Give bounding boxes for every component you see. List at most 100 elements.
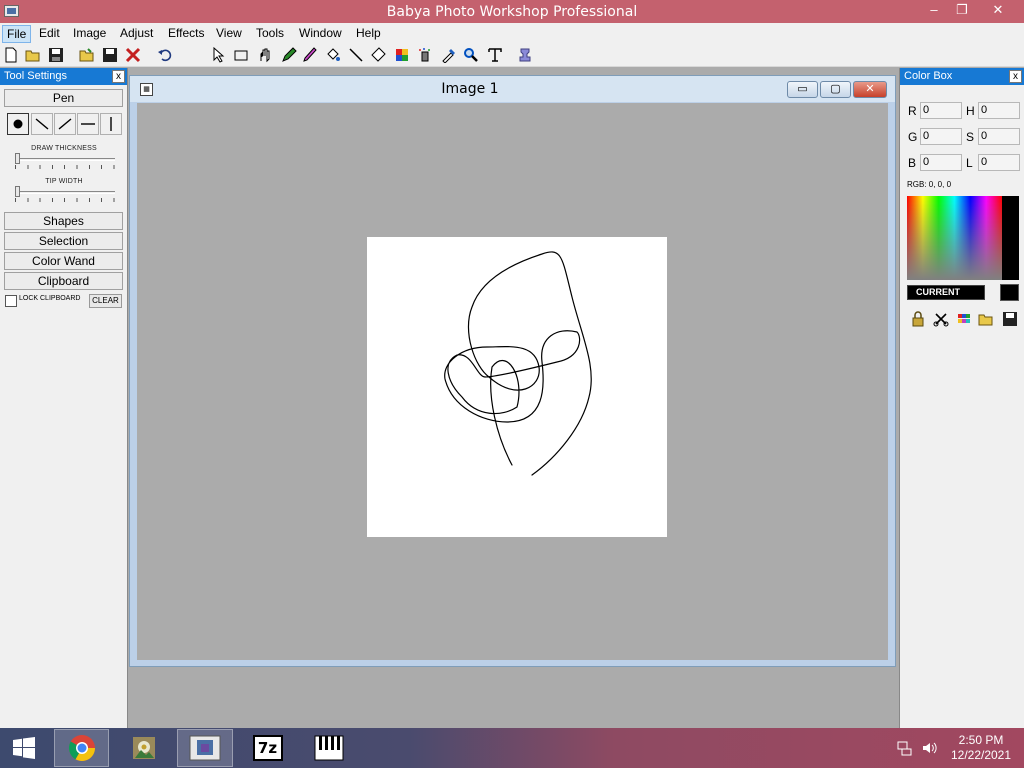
tip-slash-button[interactable]	[54, 113, 76, 135]
current-color-swatch[interactable]	[1000, 284, 1019, 301]
open-folder-icon[interactable]	[978, 311, 994, 327]
piano-icon[interactable]	[301, 729, 356, 767]
color-picker-icon[interactable]	[393, 46, 411, 64]
tool-settings-header: Tool Settings x	[0, 68, 127, 85]
clipboard-button[interactable]: Clipboard	[4, 272, 123, 290]
draw-thickness-slider[interactable]	[15, 153, 115, 169]
open-icon[interactable]	[78, 46, 96, 64]
color-box-panel: Color Box x R 0 H 0 G 0 S 0 B 0 L 0 RGB:…	[899, 68, 1024, 728]
canvas-area	[137, 103, 888, 660]
blue-input[interactable]: 0	[920, 154, 962, 171]
color-box-close-button[interactable]: x	[1009, 70, 1022, 83]
close-button[interactable]: ✕	[982, 0, 1014, 22]
text-icon[interactable]	[486, 46, 504, 64]
lightness-input[interactable]: 0	[978, 154, 1020, 171]
7zip-icon[interactable]: 7z	[240, 729, 295, 767]
draw-thickness-thumb[interactable]	[15, 153, 20, 164]
menu-bar: File Edit Image Adjust Effects View Tool…	[0, 23, 1024, 43]
chrome-icon[interactable]	[54, 729, 109, 767]
red-input[interactable]: 0	[920, 102, 962, 119]
new-file-icon[interactable]	[2, 46, 20, 64]
eyedropper-icon[interactable]	[440, 46, 458, 64]
draw-thickness-label: DRAW THICKNESS	[31, 145, 97, 152]
system-clock[interactable]: 2:50 PM 12/22/2021	[946, 733, 1016, 763]
menu-help[interactable]: Help	[352, 25, 385, 43]
document-title-bar: ▦ Image 1 ▭ ▢ ✕	[130, 76, 895, 102]
tip-horizontal-button[interactable]	[77, 113, 99, 135]
babya-icon[interactable]	[177, 729, 233, 767]
tip-vertical-button[interactable]	[100, 113, 122, 135]
magnifier-icon[interactable]	[462, 46, 480, 64]
menu-edit[interactable]: Edit	[35, 25, 64, 43]
stamp-icon[interactable]	[516, 46, 534, 64]
spray-icon[interactable]	[416, 46, 434, 64]
drawing-canvas[interactable]	[367, 237, 667, 537]
eraser-icon[interactable]	[370, 46, 388, 64]
current-tool-button[interactable]: Pen	[4, 89, 123, 107]
hue-input[interactable]: 0	[978, 102, 1020, 119]
palette-icon[interactable]	[956, 311, 972, 327]
saturation-label: S	[966, 130, 975, 144]
saturation-input[interactable]: 0	[978, 128, 1020, 145]
rgb-readout: RGB: 0, 0, 0	[907, 180, 952, 189]
pen-scribble	[444, 251, 592, 476]
menu-adjust[interactable]: Adjust	[116, 25, 157, 43]
tip-width-thumb[interactable]	[15, 186, 20, 197]
clear-button[interactable]: CLEAR	[89, 294, 122, 308]
document-maximize-button[interactable]: ▢	[820, 81, 851, 98]
brush-icon[interactable]	[301, 46, 319, 64]
tip-round-button[interactable]	[7, 113, 29, 135]
current-color-label: CURRENT	[907, 285, 985, 300]
close-file-icon[interactable]	[124, 46, 142, 64]
network-icon[interactable]	[897, 740, 913, 756]
lock-clipboard-label: LOCK CLIPBOARD	[19, 295, 81, 302]
rectangle-select-icon[interactable]	[232, 46, 250, 64]
blue-label: B	[908, 156, 917, 170]
tip-width-slider[interactable]	[15, 186, 115, 202]
line-icon[interactable]	[347, 46, 365, 64]
tool-settings-title: Tool Settings	[4, 70, 67, 82]
color-box-header: Color Box x	[900, 68, 1024, 85]
restore-button[interactable]: ❐	[946, 0, 978, 22]
workspace-background	[129, 668, 896, 728]
title-bar: Babya Photo Workshop Professional – ❐ ✕	[0, 0, 1024, 23]
save-as-icon[interactable]	[101, 46, 119, 64]
menu-file[interactable]: File	[2, 25, 32, 43]
fill-bucket-icon[interactable]	[324, 46, 342, 64]
lock-clipboard-checkbox[interactable]	[5, 295, 17, 307]
taskbar: 7z 2:50 PM 12/22/2021	[0, 728, 1024, 768]
photo-app-icon[interactable]	[116, 729, 171, 767]
color-box-title: Color Box	[904, 70, 953, 82]
pointer-icon[interactable]	[210, 46, 228, 64]
menu-window[interactable]: Window	[295, 25, 346, 43]
start-icon[interactable]	[4, 729, 44, 767]
7zip-label: 7z	[252, 735, 283, 761]
pen-icon[interactable]	[280, 46, 298, 64]
document-close-button[interactable]: ✕	[853, 81, 887, 98]
open-folder-icon[interactable]	[24, 46, 42, 64]
shapes-button[interactable]: Shapes	[4, 212, 123, 230]
save-icon[interactable]	[1002, 311, 1018, 327]
color-spectrum[interactable]	[907, 196, 1019, 280]
volume-icon[interactable]	[921, 740, 937, 756]
document-title: Image 1	[441, 81, 499, 97]
selection-button[interactable]: Selection	[4, 232, 123, 250]
green-input[interactable]: 0	[920, 128, 962, 145]
lock-icon[interactable]	[910, 311, 926, 327]
save-icon[interactable]	[47, 46, 65, 64]
cut-icon[interactable]	[933, 311, 949, 327]
hand-icon[interactable]	[256, 46, 274, 64]
undo-icon[interactable]	[156, 46, 174, 64]
menu-image[interactable]: Image	[69, 25, 110, 43]
color-wand-button[interactable]: Color Wand	[4, 252, 123, 270]
menu-effects[interactable]: Effects	[164, 25, 208, 43]
menu-tools[interactable]: Tools	[252, 25, 288, 43]
document-window: ▦ Image 1 ▭ ▢ ✕	[129, 75, 896, 667]
document-minimize-button[interactable]: ▭	[787, 81, 818, 98]
clock-time: 2:50 PM	[958, 733, 1004, 747]
red-label: R	[908, 104, 917, 118]
clock-date: 12/22/2021	[950, 748, 1012, 762]
menu-view[interactable]: View	[212, 25, 246, 43]
tip-backslash-button[interactable]	[31, 113, 53, 135]
tool-settings-close-button[interactable]: x	[112, 70, 125, 83]
